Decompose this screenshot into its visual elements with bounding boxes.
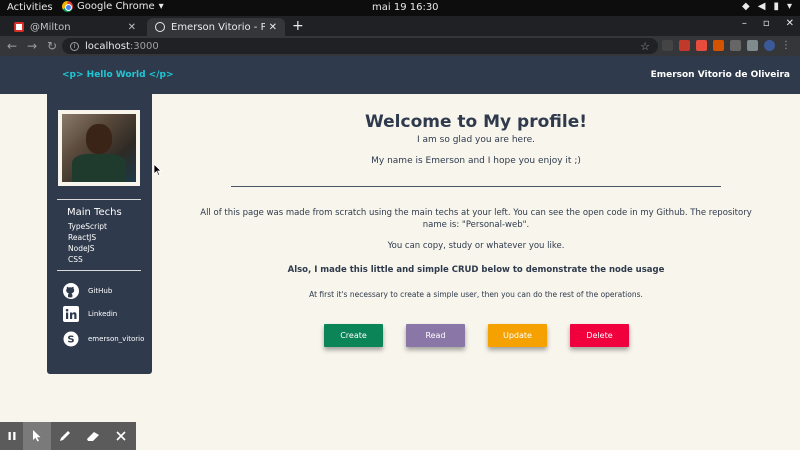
globe-icon xyxy=(155,22,165,32)
profile-photo xyxy=(58,110,140,186)
social-label: Linkedin xyxy=(88,310,118,318)
create-button[interactable]: Create xyxy=(324,324,383,347)
delete-button[interactable]: Delete xyxy=(570,324,629,347)
main-content: Welcome to My profile! I am so glad you … xyxy=(152,94,800,422)
pointer-icon[interactable] xyxy=(23,422,51,450)
extension-icon[interactable] xyxy=(747,40,758,51)
extensions-area: ⋮ xyxy=(662,40,791,51)
menu-icon[interactable]: ⋮ xyxy=(781,40,791,51)
minimize-icon[interactable]: – xyxy=(742,18,747,29)
list-item: CSS xyxy=(68,255,83,264)
app-menu[interactable]: Google Chrome ▾ xyxy=(62,1,164,12)
info-icon[interactable]: i xyxy=(70,41,79,51)
page-title: Welcome to My profile! xyxy=(364,112,587,132)
window-controls: – ▫ ✕ xyxy=(742,18,794,29)
list-item: ReactJS xyxy=(68,233,97,242)
extension-icon[interactable] xyxy=(713,40,724,51)
intro-text: My name is Emerson and I hope you enjoy … xyxy=(371,156,581,166)
volume-icon: ◀ xyxy=(757,1,766,12)
wifi-icon: ◆ xyxy=(742,1,750,12)
close-icon[interactable] xyxy=(107,422,135,450)
system-tray[interactable]: ◆ ◀ ▮ ▾ xyxy=(742,1,792,12)
eraser-icon[interactable] xyxy=(79,422,107,450)
subtitle: I am so glad you are here. xyxy=(417,135,535,145)
skype-icon: S xyxy=(63,331,79,347)
tab-title: Emerson Vitorio - Personal xyxy=(171,21,265,33)
divider xyxy=(231,186,721,187)
tab-profile[interactable]: Emerson Vitorio - Personal ✕ xyxy=(147,18,285,36)
update-button[interactable]: Update xyxy=(488,324,547,347)
reload-icon[interactable]: ↻ xyxy=(42,39,62,53)
list-item: TypeScript xyxy=(68,222,107,231)
back-icon[interactable]: ← xyxy=(2,39,22,53)
forward-icon[interactable]: → xyxy=(22,39,42,53)
close-icon[interactable]: ✕ xyxy=(128,22,136,33)
github-icon xyxy=(63,283,79,299)
extension-icon[interactable] xyxy=(679,40,690,51)
activities-button[interactable]: Activities xyxy=(7,2,53,13)
owner-name: Emerson Vitorio de Oliveira xyxy=(650,70,790,80)
divider xyxy=(57,270,141,271)
social-link-skype[interactable]: S emerson_vitorio xyxy=(63,331,144,347)
chevron-down-icon: ▾ xyxy=(786,1,792,12)
photo-image xyxy=(62,114,136,182)
tab-strip: @Milton ✕ Emerson Vitorio - Personal ✕ +… xyxy=(0,16,800,36)
social-link-github[interactable]: GitHub xyxy=(63,283,112,299)
pen-icon[interactable] xyxy=(51,422,79,450)
clock[interactable]: mai 19 16:30 xyxy=(372,2,439,13)
extension-icon[interactable] xyxy=(662,40,673,51)
social-label: GitHub xyxy=(88,287,113,295)
url-port: :3000 xyxy=(129,40,159,52)
address-bar[interactable]: i localhost :3000 ☆ xyxy=(62,38,658,54)
tab-title: @Milton xyxy=(30,21,71,33)
first-note: At first it's necessary to create a simp… xyxy=(309,290,643,299)
close-icon[interactable]: ✕ xyxy=(269,22,277,33)
pause-icon[interactable] xyxy=(0,422,23,450)
photo-body xyxy=(72,154,126,182)
about-text: All of this page was made from scratch u… xyxy=(200,208,752,230)
svg-text:S: S xyxy=(67,335,74,346)
profile-sidebar: Main Techs TypeScript ReactJS NodeJS CSS… xyxy=(47,94,152,374)
linkedin-icon xyxy=(63,306,79,322)
battery-icon: ▮ xyxy=(773,1,779,12)
divider xyxy=(57,199,141,200)
bookmark-star-icon[interactable]: ☆ xyxy=(640,40,650,53)
extension-icon[interactable] xyxy=(730,40,741,51)
screen-annotation-toolbar xyxy=(0,422,136,450)
browser-toolbar: ← → ↻ i localhost :3000 ☆ ⋮ xyxy=(0,36,800,56)
social-label: emerson_vitorio xyxy=(88,335,145,343)
techs-title: Main Techs xyxy=(67,207,122,218)
list-item: NodeJS xyxy=(68,244,95,253)
chrome-icon xyxy=(62,1,73,12)
crud-note: Also, I made this little and simple CRUD… xyxy=(287,265,665,275)
mouse-cursor-icon xyxy=(154,164,162,176)
close-window-icon[interactable]: ✕ xyxy=(786,18,794,29)
app-name: Google Chrome xyxy=(77,1,155,12)
copy-note: You can copy, study or whatever you like… xyxy=(387,241,565,251)
extension-icon[interactable] xyxy=(696,40,707,51)
social-link-linkedin[interactable]: Linkedin xyxy=(63,306,117,322)
restore-icon[interactable]: ▫ xyxy=(763,18,770,29)
system-top-bar: Activities Google Chrome ▾ mai 19 16:30 … xyxy=(0,0,800,16)
read-button[interactable]: Read xyxy=(406,324,465,347)
tab-gmail[interactable]: @Milton ✕ xyxy=(6,18,144,36)
profile-avatar[interactable] xyxy=(764,40,775,51)
gmail-icon xyxy=(14,22,24,32)
new-tab-button[interactable]: + xyxy=(292,18,304,34)
site-logo[interactable]: <p> Hello World </p> xyxy=(62,70,173,80)
photo-face xyxy=(86,124,112,154)
url-host: localhost xyxy=(85,40,130,52)
tech-list: TypeScript ReactJS NodeJS CSS xyxy=(68,221,107,265)
site-header: <p> Hello World </p> Emerson Vitorio de … xyxy=(0,56,800,94)
chevron-down-icon: ▾ xyxy=(158,1,164,12)
